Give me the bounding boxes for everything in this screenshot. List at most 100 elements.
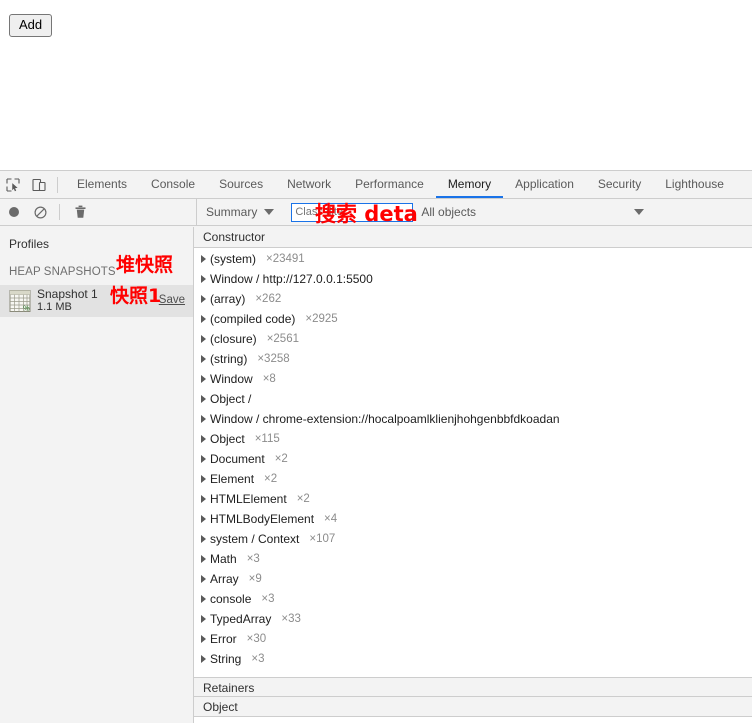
- constructor-count: ×2: [264, 473, 278, 485]
- constructor-name: String: [210, 652, 242, 666]
- constructor-count: ×2561: [266, 333, 299, 345]
- record-heap-snapshot-icon[interactable]: [0, 199, 27, 225]
- constructor-row[interactable]: HTMLBodyElement ×4: [194, 509, 752, 529]
- constructor-row[interactable]: (string) ×3258: [194, 349, 752, 369]
- constructor-row[interactable]: Math ×3: [194, 549, 752, 569]
- expand-arrow-icon[interactable]: [201, 555, 206, 563]
- constructor-count: ×3: [251, 653, 265, 665]
- expand-arrow-icon[interactable]: [201, 335, 206, 343]
- toolbar-divider-2: [59, 204, 60, 220]
- memory-body: Profiles HEAP SNAPSHOTS % Snapshot 1 1.1…: [0, 227, 752, 723]
- constructor-row[interactable]: Window / http://127.0.0.1:5500: [194, 269, 752, 289]
- constructor-count: ×8: [262, 373, 276, 385]
- inspect-element-icon[interactable]: [0, 172, 26, 198]
- constructor-name: (system): [210, 252, 256, 266]
- constructor-name: Window / http://127.0.0.1:5500: [210, 272, 373, 286]
- constructor-row[interactable]: (system) ×23491: [194, 249, 752, 269]
- constructor-row[interactable]: String ×3: [194, 649, 752, 669]
- expand-arrow-icon[interactable]: [201, 315, 206, 323]
- constructor-count: ×107: [309, 533, 336, 545]
- constructor-row[interactable]: (compiled code) ×2925: [194, 309, 752, 329]
- expand-arrow-icon[interactable]: [201, 535, 206, 543]
- memory-action-toolbar: Summary All objects: [0, 199, 752, 226]
- device-toolbar-icon[interactable]: [26, 172, 52, 198]
- constructor-row[interactable]: Element ×2: [194, 469, 752, 489]
- constructor-count: ×30: [246, 633, 267, 645]
- clear-icon[interactable]: [27, 199, 54, 225]
- constructor-row[interactable]: console ×3: [194, 589, 752, 609]
- expand-arrow-icon[interactable]: [201, 355, 206, 363]
- constructor-count: ×4: [324, 513, 338, 525]
- expand-arrow-icon[interactable]: [201, 615, 206, 623]
- constructor-name: TypedArray: [210, 612, 272, 626]
- expand-arrow-icon[interactable]: [201, 395, 206, 403]
- tab-security[interactable]: Security: [586, 171, 653, 198]
- toolbar-divider: [57, 176, 58, 193]
- tab-console[interactable]: Console: [139, 171, 207, 198]
- constructor-name: (compiled code): [210, 312, 296, 326]
- constructor-name: HTMLElement: [210, 492, 287, 506]
- constructor-name: Window / chrome-extension://hocalpoamlkl…: [210, 412, 560, 426]
- devtools-panel: Elements Console Sources Network Perform…: [0, 170, 752, 723]
- tab-sources[interactable]: Sources: [207, 171, 275, 198]
- constructor-row[interactable]: (closure) ×2561: [194, 329, 752, 349]
- objects-select[interactable]: All objects: [421, 205, 752, 219]
- expand-arrow-icon[interactable]: [201, 495, 206, 503]
- add-button[interactable]: Add: [9, 14, 53, 37]
- constructor-name: Element: [210, 472, 255, 486]
- expand-arrow-icon[interactable]: [201, 575, 206, 583]
- expand-arrow-icon[interactable]: [201, 655, 206, 663]
- constructor-count: ×23491: [266, 253, 305, 265]
- expand-arrow-icon[interactable]: [201, 595, 206, 603]
- constructor-count: ×115: [254, 433, 280, 445]
- constructor-row[interactable]: Object /: [194, 389, 752, 409]
- constructor-count: ×2925: [305, 313, 338, 325]
- expand-arrow-icon[interactable]: [201, 475, 206, 483]
- tab-elements[interactable]: Elements: [65, 171, 139, 198]
- constructor-row[interactable]: TypedArray ×33: [194, 609, 752, 629]
- expand-arrow-icon[interactable]: [201, 415, 206, 423]
- constructor-column-header[interactable]: Constructor: [194, 227, 752, 248]
- class-filter-input[interactable]: [291, 202, 414, 222]
- constructor-count: ×2: [296, 493, 310, 505]
- tab-performance[interactable]: Performance: [343, 171, 436, 198]
- constructor-list[interactable]: (system) ×23491 Window / http://127.0.0.1:…: [194, 248, 752, 677]
- constructor-row[interactable]: HTMLElement ×2: [194, 489, 752, 509]
- constructor-count: ×33: [281, 613, 301, 625]
- devtools-tab-bar: Elements Console Sources Network Perform…: [0, 171, 752, 199]
- constructor-row[interactable]: system / Context ×107: [194, 529, 752, 549]
- tab-lighthouse[interactable]: Lighthouse: [653, 171, 736, 198]
- snapshot-save-link[interactable]: Save: [159, 294, 185, 306]
- constructor-row[interactable]: (array) ×262: [194, 289, 752, 309]
- retainers-list: [194, 717, 752, 723]
- constructor-row[interactable]: Document ×2: [194, 449, 752, 469]
- snapshot-list-item[interactable]: % Snapshot 1 1.1 MB Save: [0, 285, 193, 317]
- snapshot-size: 1.1 MB: [37, 301, 72, 313]
- constructor-row[interactable]: Error ×30: [194, 629, 752, 649]
- memory-toolbar-left: [0, 199, 196, 225]
- expand-arrow-icon[interactable]: [201, 515, 206, 523]
- constructor-count: ×3: [246, 553, 260, 565]
- constructor-row[interactable]: Array ×9: [194, 569, 752, 589]
- expand-arrow-icon[interactable]: [201, 635, 206, 643]
- retainers-column-header[interactable]: Object: [194, 697, 752, 717]
- expand-arrow-icon[interactable]: [201, 295, 206, 303]
- constructor-row[interactable]: Object ×115: [194, 429, 752, 449]
- tab-memory[interactable]: Memory: [436, 171, 503, 198]
- expand-arrow-icon[interactable]: [201, 455, 206, 463]
- constructor-row[interactable]: Window / chrome-extension://hocalpoamlkl…: [194, 409, 752, 429]
- constructor-name: (string): [210, 352, 248, 366]
- profiles-sidebar: Profiles HEAP SNAPSHOTS % Snapshot 1 1.1…: [0, 227, 194, 723]
- memory-toolbar-right: Summary All objects: [196, 199, 752, 225]
- expand-arrow-icon[interactable]: [201, 375, 206, 383]
- expand-arrow-icon[interactable]: [201, 255, 206, 263]
- trash-icon[interactable]: [67, 199, 94, 225]
- expand-arrow-icon[interactable]: [201, 435, 206, 443]
- chevron-down-icon: [264, 209, 275, 215]
- tab-network[interactable]: Network: [275, 171, 343, 198]
- view-select[interactable]: Summary: [206, 205, 275, 219]
- constructor-row[interactable]: Window ×8: [194, 369, 752, 389]
- tab-application[interactable]: Application: [503, 171, 586, 198]
- expand-arrow-icon[interactable]: [201, 275, 206, 283]
- constructor-count: ×3: [261, 593, 275, 605]
